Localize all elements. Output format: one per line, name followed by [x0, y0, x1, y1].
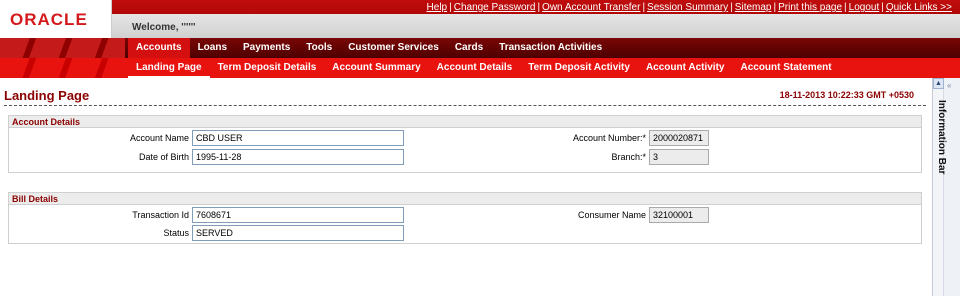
- information-bar-label: Information Bar: [936, 100, 947, 175]
- title-divider: [4, 105, 926, 106]
- collapse-arrows-icon[interactable]: «: [947, 81, 959, 91]
- consumer-name-label: Consumer Name: [577, 210, 646, 220]
- help-link[interactable]: Help: [427, 2, 448, 13]
- menu-decoration: [0, 38, 125, 58]
- account-details-heading: Account Details: [9, 116, 921, 128]
- account-name-label: Account Name: [129, 133, 189, 143]
- submenu-account-details[interactable]: Account Details: [429, 58, 521, 78]
- session-summary-link[interactable]: Session Summary: [647, 2, 728, 13]
- submenu-account-statement[interactable]: Account Statement: [732, 58, 839, 78]
- quick-links-link[interactable]: Quick Links >>: [886, 2, 952, 13]
- submenu-account-summary[interactable]: Account Summary: [324, 58, 428, 78]
- oracle-logo: ORACLE: [10, 10, 88, 29]
- information-bar[interactable]: ▲ « Information Bar: [932, 78, 960, 296]
- submenu-account-activity[interactable]: Account Activity: [638, 58, 733, 78]
- branch-field: 3: [649, 149, 709, 165]
- transaction-id-field[interactable]: 7608671: [192, 207, 404, 223]
- menu-accounts[interactable]: Accounts: [128, 38, 190, 58]
- submenu-term-deposit-activity[interactable]: Term Deposit Activity: [520, 58, 638, 78]
- account-details-section: Account Details Account Name CBD USER Da…: [8, 115, 922, 173]
- main-menu: Accounts Loans Payments Tools Customer S…: [0, 38, 960, 58]
- bill-details-heading: Bill Details: [9, 193, 921, 205]
- welcome-text: Welcome, '''''': [132, 22, 196, 33]
- top-header: ORACLE Welcome, '''''' Help | Change Passw…: [0, 0, 960, 38]
- account-number-label: Account Number:*: [572, 133, 646, 143]
- logout-link[interactable]: Logout: [849, 2, 880, 13]
- print-page-link[interactable]: Print this page: [778, 2, 842, 13]
- menu-tools[interactable]: Tools: [298, 38, 340, 58]
- dob-field[interactable]: 1995-11-28: [192, 149, 404, 165]
- change-password-link[interactable]: Change Password: [454, 2, 536, 13]
- logo-area: ORACLE: [0, 0, 112, 38]
- dob-label: Date of Birth: [138, 152, 189, 162]
- status-label: Status: [163, 228, 189, 238]
- scroll-up-icon[interactable]: ▲: [933, 78, 944, 89]
- sitemap-link[interactable]: Sitemap: [735, 2, 772, 13]
- sub-menu: Landing Page Term Deposit Details Accoun…: [0, 58, 960, 78]
- status-field[interactable]: SERVED: [192, 225, 404, 241]
- header-bar: Welcome, '''''' Help | Change Password | Own…: [112, 0, 960, 38]
- branch-label: Branch:*: [611, 152, 646, 162]
- menu-payments[interactable]: Payments: [235, 38, 298, 58]
- transaction-id-label: Transaction Id: [132, 210, 189, 220]
- page-title: Landing Page: [4, 88, 90, 103]
- timestamp: 18-11-2013 10:22:33 GMT +0530: [779, 90, 914, 100]
- menu-loans[interactable]: Loans: [190, 38, 235, 58]
- top-links: Help | Change Password | Own Account Transfe…: [426, 2, 952, 13]
- menu-transaction-activities[interactable]: Transaction Activities: [491, 38, 610, 58]
- account-name-field[interactable]: CBD USER: [192, 130, 404, 146]
- menu-customer-services[interactable]: Customer Services: [340, 38, 447, 58]
- submenu-landing-page[interactable]: Landing Page: [128, 58, 210, 78]
- welcome-strip: Welcome, '''''': [112, 14, 960, 38]
- submenu-decoration: [0, 58, 125, 78]
- own-account-transfer-link[interactable]: Own Account Transfer: [542, 2, 640, 13]
- submenu-term-deposit-details[interactable]: Term Deposit Details: [210, 58, 325, 78]
- consumer-name-field: 32100001: [649, 207, 709, 223]
- menu-cards[interactable]: Cards: [447, 38, 491, 58]
- account-number-field: 2000020871: [649, 130, 709, 146]
- bill-details-section: Bill Details Transaction Id 7608671 Stat…: [8, 192, 922, 244]
